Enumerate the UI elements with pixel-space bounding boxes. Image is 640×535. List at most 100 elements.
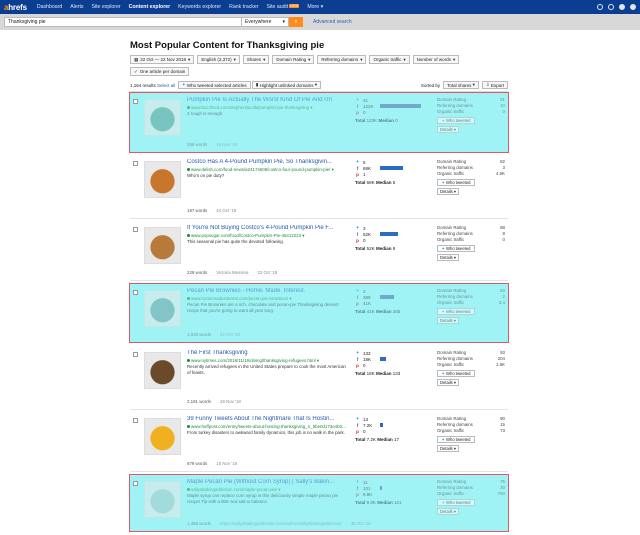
who-tweeted-button[interactable]: ✦ Who tweeted (437, 117, 475, 124)
article-title[interactable]: Maple Pecan Pie (Without Corn Syrup) | S… (187, 479, 347, 485)
article-title[interactable]: If You're Not Buying Costco's 4-Pound Pu… (187, 225, 347, 231)
who-tweeted-selected-button[interactable]: ✦ Who tweeted selected articles (177, 81, 251, 89)
export-button[interactable]: ⇩ Export (481, 81, 508, 89)
nav-site-explorer[interactable]: Site explorer (91, 4, 120, 10)
who-tweeted-button[interactable]: ✦ Who tweeted (437, 499, 475, 506)
share-stats: ✦ 133 f 18K p 0 Total 18K Median 133 (355, 350, 425, 376)
share-count: 0 (363, 428, 366, 434)
nav-rank-tracker[interactable]: Rank tracker (229, 4, 258, 10)
article-title[interactable]: The First Thanksgiving (187, 350, 347, 356)
who-tweeted-button[interactable]: ✦ Who tweeted (437, 179, 475, 186)
help-icon[interactable] (597, 4, 603, 10)
who-tweeted-button[interactable]: ✦ Who tweeted (437, 308, 475, 315)
details-button[interactable]: Details ▾ (437, 508, 459, 515)
details-button[interactable]: Details ▾ (437, 188, 459, 195)
article-card: 39 Funny Tweets About The Nightmare That… (130, 412, 508, 472)
article-thumbnail[interactable] (144, 481, 181, 518)
share-count: 68K (363, 165, 372, 171)
details-button[interactable]: Details ▾ (437, 445, 459, 452)
organic-traffic-row: Organic traffic 73 (437, 428, 505, 434)
article-thumbnail[interactable] (144, 161, 181, 198)
secure-dot-icon (187, 488, 190, 491)
article-thumbnail[interactable] (144, 418, 181, 455)
who-tweeted-button[interactable]: ✦ Who tweeted (437, 370, 475, 377)
facebook-icon: f (356, 103, 359, 109)
search-scope-select[interactable]: Everywhere ▾ (241, 17, 289, 27)
select-checkbox[interactable] (133, 481, 138, 486)
article-thumbnail[interactable] (144, 99, 181, 136)
word-count: 679 words (187, 461, 208, 466)
nav-site-audit[interactable]: Site audit NEW (267, 4, 300, 10)
ahrefs-logo[interactable]: ahrefs (4, 3, 27, 12)
organic-traffic-value: 0 (502, 237, 505, 242)
who-tweeted-button[interactable]: ✦ Who tweeted (437, 245, 475, 252)
advanced-search-link[interactable]: Advanced search (313, 19, 352, 25)
article-title[interactable]: Pumpkin Pie Is Actually The Worst Kind O… (187, 97, 347, 103)
details-button[interactable]: Details ▾ (437, 126, 459, 133)
select-checkbox[interactable] (133, 290, 138, 295)
one-per-domain-toggle[interactable]: ✓ One article per domain (130, 67, 190, 76)
article-title[interactable]: 39 Funny Tweets About The Nightmare That… (187, 416, 347, 422)
share-count: 2 (363, 288, 366, 294)
shares-filter[interactable]: Shares ▾ (242, 55, 270, 64)
pinterest-icon: p (356, 428, 359, 434)
search-input[interactable]: Thanksgiving pie (4, 17, 242, 27)
share-stats: ✦ 41 f 122K p 0 Total 123K Median 0 (355, 97, 425, 123)
select-checkbox[interactable] (133, 418, 138, 423)
organic-traffic-row: Organic traffic 0 (437, 109, 505, 115)
organic-traffic-label: Organic traffic (437, 171, 465, 176)
details-button[interactable]: Details ▾ (437, 317, 459, 324)
secure-dot-icon (187, 106, 190, 109)
organic-traffic-filter[interactable]: Organic traffic ▾ (369, 55, 410, 64)
select-all-link[interactable]: Select all (157, 83, 175, 88)
article-title[interactable]: Pecan Pie Brownies - Home. Made. Interes… (187, 288, 347, 294)
nav-keywords-explorer[interactable]: Keywords explorer (178, 4, 221, 10)
median-shares: 0 (395, 118, 398, 123)
nav-dashboard[interactable]: Dashboard (37, 4, 62, 10)
nav-content-explorer[interactable]: Content explorer (129, 4, 171, 10)
share-count: 101 (363, 485, 371, 491)
twitter-icon: ✦ (355, 97, 360, 102)
select-checkbox[interactable] (133, 352, 138, 357)
date-range-filter[interactable]: ▦ 22 Oct — 22 Nov 2018 ▾ (130, 55, 195, 64)
highlight-icon: ▮ (255, 82, 259, 87)
organic-traffic-row: Organic traffic 750 (437, 491, 505, 497)
select-checkbox[interactable] (133, 227, 138, 232)
select-checkbox[interactable] (133, 99, 138, 104)
word-count: 266 words (187, 142, 208, 147)
settings-icon[interactable] (619, 4, 625, 10)
total-shares: 68K (366, 180, 375, 185)
article-thumbnail[interactable] (144, 290, 181, 327)
share-bar (380, 486, 383, 490)
totals-row: Total 68K Median 5 (355, 180, 396, 185)
results-toolbar: 1,164 results Select all ✦ Who tweeted s… (130, 81, 508, 89)
article-thumbnail[interactable] (144, 227, 181, 264)
sort-select[interactable]: Total shares ▾ (443, 81, 479, 89)
nav-more[interactable]: More ▾ (307, 4, 323, 10)
publish-date: 19 Nov '18 (219, 399, 241, 404)
facebook-icon: f (356, 231, 359, 237)
totals-row: Total 9.8K Median 121 (355, 500, 402, 505)
notifications-icon[interactable] (608, 4, 614, 10)
highlight-unlinked-button[interactable]: ▮ Highlight unlinked domains ▾ (251, 81, 321, 89)
seo-metrics: Domain Rating 91 Referring domains 10 Organi… (437, 97, 505, 133)
total-shares: 7.2K (366, 437, 376, 442)
organic-traffic-row: Organic traffic 3.4 (437, 300, 505, 306)
share-count: 0 (363, 237, 366, 243)
account-icon[interactable] (630, 4, 636, 10)
select-checkbox[interactable] (133, 161, 138, 166)
article-thumbnail[interactable] (144, 352, 181, 389)
domain-rating-filter[interactable]: Domain Rating ▾ (272, 55, 315, 64)
language-filter[interactable]: English (2,372) ▾ (197, 55, 240, 64)
nav-alerts[interactable]: Alerts (70, 4, 83, 10)
details-button[interactable]: Details ▾ (437, 254, 459, 261)
share-count: 11 (363, 479, 368, 485)
who-tweeted-button[interactable]: ✦ Who tweeted (437, 436, 475, 443)
search-button[interactable]: ⌕ (289, 17, 303, 27)
number-of-words-filter[interactable]: Number of words ▾ (412, 55, 460, 64)
article-title[interactable]: Costco Has A 4-Pound Pumpkin Pie, So Tha… (187, 159, 347, 165)
article-card: The First Thanksgiving www.nytimes.com/20… (130, 346, 508, 410)
filter-bar: ▦ 22 Oct — 22 Nov 2018 ▾ English (2,372) ▾ … (130, 55, 510, 76)
details-button[interactable]: Details ▾ (437, 379, 459, 386)
referring-domains-filter[interactable]: Referring domains ▾ (317, 55, 367, 64)
